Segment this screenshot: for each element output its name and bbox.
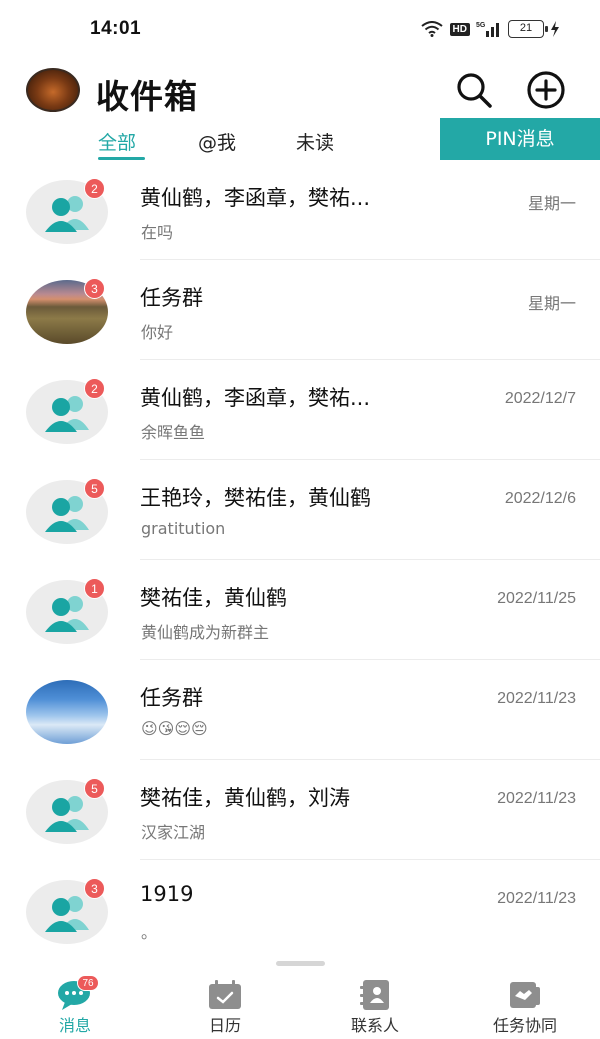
chat-avatar: 3 — [26, 278, 108, 344]
chat-list-item[interactable]: 2 黄仙鹤，李函章，樊祐... 在吗 星期一 — [0, 160, 600, 260]
chat-time: 2022/11/23 — [497, 690, 576, 707]
chat-avatar: 3 — [26, 878, 108, 944]
chat-list-item[interactable]: 2 黄仙鹤，李函章，樊祐... 余晖鱼鱼 2022/12/7 — [0, 360, 600, 460]
signal-icon: 5G — [476, 22, 499, 37]
nav-messages[interactable]: 76 消息 — [0, 972, 150, 1039]
unread-badge: 1 — [84, 578, 105, 599]
chat-avatar: 5 — [26, 778, 108, 844]
chat-time: 2022/11/23 — [497, 790, 576, 807]
tab-mentions[interactable]: @我 — [198, 128, 236, 155]
chat-list-item[interactable]: 5 樊祐佳，黄仙鹤，刘涛 汉家江湖 2022/11/23 — [0, 760, 600, 860]
unread-badge: 5 — [84, 778, 105, 799]
chat-preview: 余晖鱼鱼 — [141, 423, 206, 442]
nav-tasks[interactable]: 任务协同 — [450, 972, 600, 1039]
chat-list-item[interactable]: 1 樊祐佳，黄仙鹤 黄仙鹤成为新群主 2022/11/25 — [0, 560, 600, 660]
chat-preview: 😉😘😌😔 — [141, 719, 208, 738]
chat-time: 星期一 — [527, 296, 576, 313]
group-people-icon — [45, 596, 89, 632]
chat-name: 1919 — [140, 882, 194, 906]
scroll-indicator — [276, 961, 325, 966]
unread-badge: 2 — [84, 178, 105, 199]
tab-all[interactable]: 全部 — [98, 128, 136, 155]
chat-name: 任务群 — [140, 286, 203, 310]
search-button[interactable] — [452, 68, 496, 112]
tab-pin-messages[interactable]: PIN消息 — [440, 118, 600, 160]
header: 收件箱 — [0, 60, 600, 120]
wifi-icon — [420, 21, 443, 37]
calendar-icon — [205, 978, 245, 1012]
nav-messages-label: 消息 — [58, 1016, 91, 1035]
group-photo-avatar — [26, 680, 108, 744]
charging-icon — [551, 21, 559, 37]
chat-name: 樊祐佳，黄仙鹤，刘涛 — [140, 786, 350, 810]
chat-preview: 在吗 — [141, 223, 174, 242]
user-avatar[interactable] — [26, 68, 80, 112]
nav-contacts-label: 联系人 — [350, 1016, 399, 1035]
group-people-icon — [45, 196, 89, 232]
nav-tasks-label: 任务协同 — [492, 1016, 557, 1035]
hd-icon: HD — [449, 22, 470, 36]
chat-name: 黄仙鹤，李函章，樊祐... — [140, 186, 371, 210]
unread-badge: 3 — [84, 878, 105, 899]
chat-preview: 。 — [141, 923, 158, 942]
chat-list-item[interactable]: 3 1919 。 2022/11/23 — [0, 860, 600, 960]
chat-preview: 黄仙鹤成为新群主 — [141, 623, 270, 642]
group-people-icon — [45, 896, 89, 932]
group-people-icon — [45, 396, 89, 432]
tab-unread[interactable]: 未读 — [296, 128, 334, 155]
chat-time: 星期一 — [527, 196, 576, 213]
status-time: 14:01 — [90, 18, 142, 39]
bottom-nav: 76 消息 日历 联系人 任务协同 — [0, 972, 600, 1039]
nav-calendar[interactable]: 日历 — [150, 972, 300, 1039]
status-icons: HD 5G 21 — [420, 20, 560, 38]
page-title: 收件箱 — [96, 77, 198, 116]
chat-time: 2022/11/25 — [497, 590, 576, 607]
filter-tabs: 全部 @我 未读 PIN消息 — [0, 118, 600, 162]
search-icon — [457, 73, 492, 108]
chat-time: 2022/11/23 — [497, 890, 576, 907]
contacts-book-icon — [355, 978, 395, 1012]
unread-badge: 3 — [84, 278, 105, 299]
chat-name: 任务群 — [140, 686, 203, 710]
chat-avatar — [26, 680, 108, 744]
nav-contacts[interactable]: 联系人 — [300, 972, 450, 1039]
chat-preview: gratitution — [141, 519, 226, 538]
chat-avatar: 2 — [26, 378, 108, 444]
group-people-icon — [45, 796, 89, 832]
chat-avatar: 2 — [26, 178, 108, 244]
chat-time: 2022/12/7 — [504, 390, 576, 407]
chat-name: 黄仙鹤，李函章，樊祐... — [140, 386, 371, 410]
task-handshake-icon — [505, 978, 545, 1012]
group-people-icon — [45, 496, 89, 532]
chat-avatar: 5 — [26, 478, 108, 544]
nav-calendar-label: 日历 — [208, 1016, 241, 1035]
signal-label: 5G — [476, 22, 486, 29]
add-button[interactable] — [524, 68, 568, 112]
chat-time: 2022/12/6 — [504, 490, 576, 507]
battery-icon: 21 — [508, 20, 548, 38]
plus-circle-icon — [527, 71, 565, 109]
unread-badge: 2 — [84, 378, 105, 399]
unread-badge: 5 — [84, 478, 105, 499]
chat-list-item[interactable]: 任务群 😉😘😌😔 2022/11/23 — [0, 660, 600, 760]
chat-preview: 汉家江湖 — [141, 823, 206, 842]
chat-list-item[interactable]: 5 王艳玲，樊祐佳，黄仙鹤 gratitution 2022/12/6 — [0, 460, 600, 560]
chat-name: 王艳玲，樊祐佳，黄仙鹤 — [140, 486, 371, 510]
nav-unread-badge: 76 — [77, 975, 99, 991]
status-bar: 14:01 HD 5G 21 — [0, 0, 600, 60]
chat-name: 樊祐佳，黄仙鹤 — [140, 586, 287, 610]
chat-list-item[interactable]: 3 任务群 你好 星期一 — [0, 260, 600, 360]
chat-preview: 你好 — [141, 323, 174, 342]
chat-avatar: 1 — [26, 578, 108, 644]
